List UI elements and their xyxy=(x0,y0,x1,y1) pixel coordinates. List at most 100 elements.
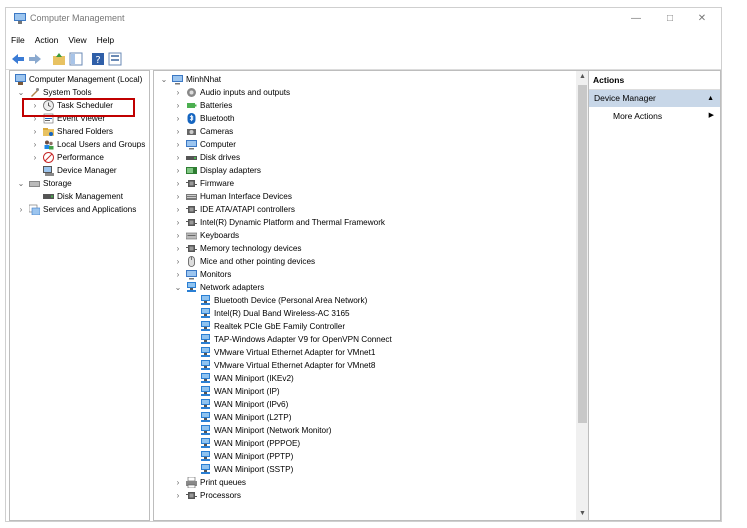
network-icon xyxy=(201,438,210,448)
chevron-right-icon[interactable]: › xyxy=(174,229,182,242)
chevron-right-icon[interactable]: › xyxy=(31,151,39,164)
device-tree-label: WAN Miniport (IP) xyxy=(214,387,280,396)
device-tree-item[interactable]: VMware Virtual Ethernet Adapter for VMne… xyxy=(188,346,589,359)
scroll-thumb[interactable] xyxy=(578,85,587,423)
maximize-button[interactable]: □ xyxy=(655,11,685,27)
menu-action[interactable]: Action xyxy=(30,33,64,47)
chevron-right-icon[interactable]: › xyxy=(174,268,182,281)
forward-arrow-icon[interactable] xyxy=(28,52,42,66)
services-icon xyxy=(29,204,40,215)
network-icon xyxy=(201,373,210,383)
actions-device-manager-section[interactable]: Device Manager ▲ xyxy=(589,90,720,107)
chevron-right-icon[interactable]: › xyxy=(174,177,182,190)
device-tree-item[interactable]: VMware Virtual Ethernet Adapter for VMne… xyxy=(188,359,589,372)
svg-text:?: ? xyxy=(95,55,100,66)
device-tree-item[interactable]: WAN Miniport (IPv6) xyxy=(188,398,589,411)
chevron-down-icon[interactable]: ⌄ xyxy=(17,177,25,190)
device-tree-item[interactable]: WAN Miniport (PPTP) xyxy=(188,450,589,463)
console-tree-item[interactable]: › Services and Applications xyxy=(17,203,149,216)
chevron-right-icon[interactable]: › xyxy=(174,151,182,164)
chevron-right-icon[interactable]: › xyxy=(174,138,182,151)
menu-help[interactable]: Help xyxy=(92,33,119,47)
device-tree-label: Display adapters xyxy=(200,166,261,175)
device-tree-item[interactable]: Bluetooth Device (Personal Area Network) xyxy=(188,294,589,307)
chevron-right-icon[interactable]: › xyxy=(174,476,182,489)
device-tree-item[interactable]: WAN Miniport (L2TP) xyxy=(188,411,589,424)
chevron-right-icon[interactable]: › xyxy=(31,138,39,151)
tools-icon xyxy=(31,88,39,97)
chevron-right-icon[interactable]: › xyxy=(174,99,182,112)
chevron-down-icon[interactable]: ⌄ xyxy=(174,281,182,294)
network-icon xyxy=(187,282,196,292)
device-tree-item[interactable]: › Disk drives xyxy=(174,151,589,164)
chevron-right-icon[interactable]: › xyxy=(174,255,182,268)
device-tree-item[interactable]: WAN Miniport (IP) xyxy=(188,385,589,398)
device-tree-item[interactable]: WAN Miniport (IKEv2) xyxy=(188,372,589,385)
console-tree-item[interactable]: ⌄ Storage xyxy=(17,177,149,190)
device-tree-item[interactable]: WAN Miniport (Network Monitor) xyxy=(188,424,589,437)
device-tree-item[interactable]: ⌄ Network adapters xyxy=(174,281,589,294)
console-tree-item[interactable]: Computer Management (Local) xyxy=(10,73,149,86)
device-tree-label: Disk drives xyxy=(200,153,241,162)
device-tree-item[interactable]: › Keyboards xyxy=(174,229,589,242)
chevron-right-icon[interactable]: › xyxy=(174,112,182,125)
chevron-right-icon[interactable]: › xyxy=(174,164,182,177)
device-tree-item[interactable]: › Computer xyxy=(174,138,589,151)
device-tree-item[interactable]: › Memory technology devices xyxy=(174,242,589,255)
device-tree-item[interactable]: › Bluetooth xyxy=(174,112,589,125)
device-tree-item[interactable]: › Intel(R) Dynamic Platform and Thermal F… xyxy=(174,216,589,229)
users-icon xyxy=(44,140,54,150)
chevron-right-icon[interactable]: › xyxy=(174,216,182,229)
menu-view[interactable]: View xyxy=(63,33,91,47)
up-folder-icon[interactable] xyxy=(52,52,66,66)
device-tree-item[interactable]: › Audio inputs and outputs xyxy=(174,86,589,99)
device-tree-item[interactable]: › Mice and other pointing devices xyxy=(174,255,589,268)
chevron-right-icon[interactable]: › xyxy=(31,125,39,138)
back-arrow-icon[interactable] xyxy=(11,52,25,66)
device-tree-item[interactable]: › Processors xyxy=(174,489,589,502)
device-tree-item[interactable]: › IDE ATA/ATAPI controllers xyxy=(174,203,589,216)
properties-icon[interactable] xyxy=(108,52,122,66)
chevron-right-icon[interactable]: › xyxy=(174,125,182,138)
console-tree-item[interactable]: Disk Management xyxy=(31,190,149,203)
device-tree-label: WAN Miniport (IPv6) xyxy=(214,400,289,409)
device-tree-label: Bluetooth Device (Personal Area Network) xyxy=(214,296,368,305)
console-tree-label: Services and Applications xyxy=(43,205,137,214)
device-tree-item[interactable]: › Cameras xyxy=(174,125,589,138)
device-tree-item[interactable]: TAP-Windows Adapter V9 for OpenVPN Conne… xyxy=(188,333,589,346)
device-tree-item[interactable]: › Firmware xyxy=(174,177,589,190)
chevron-right-icon[interactable]: › xyxy=(174,190,182,203)
device-tree-item[interactable]: WAN Miniport (PPPOE) xyxy=(188,437,589,450)
chevron-right-icon[interactable]: › xyxy=(174,242,182,255)
device-tree-label: WAN Miniport (SSTP) xyxy=(214,465,294,474)
console-tree-item[interactable]: › Shared Folders xyxy=(31,125,149,138)
console-tree-item[interactable]: › Local Users and Groups xyxy=(31,138,149,151)
device-tree-item[interactable]: WAN Miniport (SSTP) xyxy=(188,463,589,476)
collapse-arrow-icon[interactable]: ▲ xyxy=(707,90,714,107)
chevron-right-icon[interactable]: › xyxy=(174,203,182,216)
close-button[interactable]: ✕ xyxy=(687,11,717,27)
show-hide-tree-icon[interactable] xyxy=(69,52,83,66)
console-tree-item[interactable]: › Performance xyxy=(31,151,149,164)
chevron-down-icon[interactable]: ⌄ xyxy=(160,73,168,86)
device-tree-item[interactable]: › Print queues xyxy=(174,476,589,489)
device-tree-item[interactable]: › Monitors xyxy=(174,268,589,281)
console-tree-item[interactable]: Device Manager xyxy=(31,164,149,177)
help-icon[interactable]: ? xyxy=(91,52,105,66)
device-tree-label: Keyboards xyxy=(200,231,240,240)
device-tree-item[interactable]: ⌄ MinhNhat xyxy=(160,73,589,86)
device-tree-label: Monitors xyxy=(200,270,232,279)
computer-management-window: Computer Management — □ ✕ File Action View… xyxy=(5,7,722,522)
chevron-right-icon[interactable]: › xyxy=(17,203,25,216)
device-tree-item[interactable]: › Human Interface Devices xyxy=(174,190,589,203)
device-tree-item[interactable]: › Display adapters xyxy=(174,164,589,177)
more-actions-item[interactable]: More Actions ▶ xyxy=(589,108,720,124)
minimize-button[interactable]: — xyxy=(621,11,651,27)
device-tree-item[interactable]: Realtek PCIe GbE Family Controller xyxy=(188,320,589,333)
audio-icon xyxy=(187,88,196,97)
device-tree-item[interactable]: Intel(R) Dual Band Wireless-AC 3165 xyxy=(188,307,589,320)
menu-file[interactable]: File xyxy=(6,33,30,47)
chevron-right-icon[interactable]: › xyxy=(174,86,182,99)
chevron-right-icon[interactable]: › xyxy=(174,489,182,502)
device-tree-item[interactable]: › Batteries xyxy=(174,99,589,112)
